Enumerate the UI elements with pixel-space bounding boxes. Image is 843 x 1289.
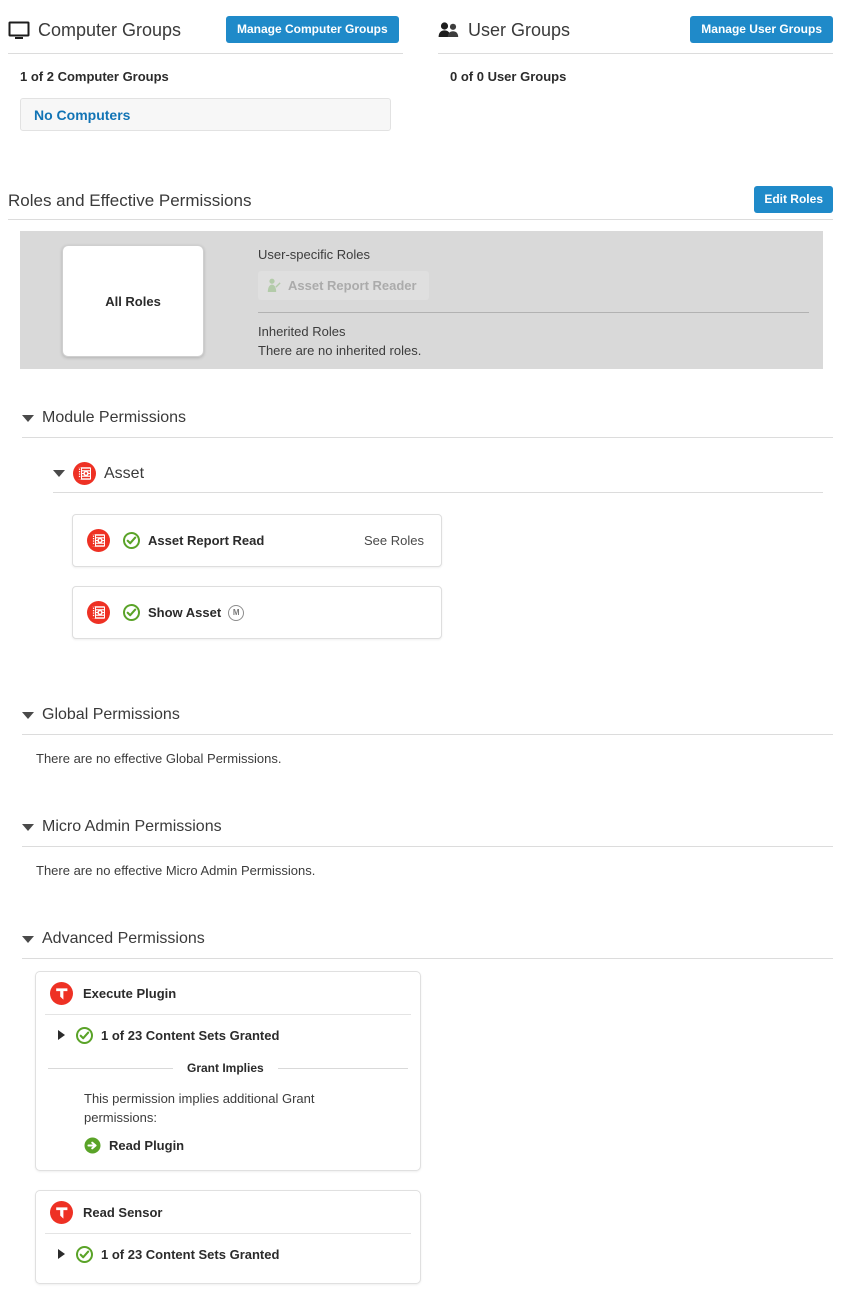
manage-user-groups-button[interactable]: Manage User Groups — [690, 16, 833, 43]
content-sets-label: 1 of 23 Content Sets Granted — [101, 1246, 280, 1262]
advanced-card-header: Read Sensor — [36, 1191, 420, 1233]
grant-implies-rule-right — [277, 1067, 408, 1069]
computer-group-item-label: No Computers — [34, 106, 131, 123]
check-circle-icon — [76, 1245, 93, 1263]
micro-admin-badge: M — [228, 604, 245, 621]
edit-roles-button[interactable]: Edit Roles — [754, 186, 833, 213]
role-chip-asset-report-reader[interactable]: Asset Report Reader — [258, 271, 429, 300]
advanced-permission-card-execute-plugin[interactable]: Execute Plugin 1 of 23 Content Sets Gran… — [35, 971, 421, 1171]
computer-groups-count: 1 of 2 Computer Groups — [20, 69, 169, 84]
micro-admin-permissions-divider — [22, 846, 833, 847]
permission-label: Show Asset — [148, 605, 222, 620]
micro-admin-permissions-empty: There are no effective Micro Admin Permi… — [36, 863, 316, 878]
global-permissions-divider — [22, 734, 833, 735]
chevron-down-icon — [22, 935, 34, 943]
permission-card-asset-report-read[interactable]: Asset Report Read See Roles — [72, 514, 442, 567]
roles-section-divider — [8, 219, 833, 220]
check-circle-icon — [76, 1026, 93, 1044]
section-advanced-permissions-label: Advanced Permissions — [42, 930, 205, 947]
roles-panel: All Roles User-specific Roles Asset Repo… — [20, 231, 823, 369]
user-specific-roles-label: User-specific Roles — [258, 247, 370, 262]
manage-computer-groups-button[interactable]: Manage Computer Groups — [226, 16, 399, 43]
advanced-permissions-divider — [22, 958, 833, 959]
grant-implies-item-read-plugin[interactable]: Read Plugin — [36, 1127, 420, 1168]
caret-right-icon[interactable] — [58, 1030, 65, 1040]
arrow-circle-right-icon — [84, 1137, 101, 1154]
all-roles-label: All Roles — [105, 293, 161, 309]
user-groups-divider — [438, 53, 833, 54]
users-icon — [438, 21, 460, 39]
see-roles-link[interactable]: See Roles — [364, 533, 424, 548]
asset-module-icon — [73, 462, 96, 485]
page-title: Roles and Effective Permissions — [8, 191, 252, 210]
computer-groups-header: Computer Groups Manage Computer Groups — [8, 12, 403, 48]
computer-group-item[interactable]: No Computers — [20, 98, 391, 131]
role-chip-label: Asset Report Reader — [288, 278, 417, 293]
advanced-card-title: Execute Plugin — [83, 985, 177, 1001]
user-groups-count: 0 of 0 User Groups — [450, 69, 567, 84]
module-group-asset-label: Asset — [104, 464, 145, 482]
permission-label: Asset Report Read — [148, 533, 265, 548]
section-global-permissions[interactable]: Global Permissions — [22, 706, 180, 724]
user-edit-icon — [267, 278, 281, 293]
check-circle-icon — [123, 604, 140, 621]
all-roles-card[interactable]: All Roles — [62, 245, 204, 357]
advanced-card-title: Read Sensor — [83, 1204, 163, 1220]
advanced-card-header: Execute Plugin — [36, 972, 420, 1014]
asset-module-icon — [87, 529, 110, 552]
chevron-down-icon — [22, 711, 34, 719]
grant-implies-label: Grant Implies — [187, 1061, 264, 1075]
content-sets-label: 1 of 23 Content Sets Granted — [101, 1027, 280, 1043]
computer-groups-title: Computer Groups — [38, 19, 182, 40]
section-micro-admin-permissions-label: Micro Admin Permissions — [42, 818, 222, 835]
grant-implies-body: This permission implies additional Grant… — [84, 1091, 315, 1125]
content-sets-row[interactable]: 1 of 23 Content Sets Granted — [36, 1015, 420, 1055]
section-module-permissions-label: Module Permissions — [42, 409, 187, 426]
module-group-asset-divider — [53, 492, 823, 493]
user-groups-title: User Groups — [468, 19, 571, 40]
inherited-roles-empty: There are no inherited roles. — [258, 343, 422, 358]
check-circle-icon — [123, 532, 140, 549]
section-global-permissions-label: Global Permissions — [42, 706, 180, 723]
chevron-down-icon — [53, 470, 65, 477]
roles-inner-divider — [258, 312, 809, 313]
tanium-logo-icon — [50, 981, 73, 1005]
section-module-permissions[interactable]: Module Permissions — [22, 409, 186, 427]
user-groups-panel: User Groups Manage User Groups 0 of 0 Us… — [438, 12, 833, 84]
section-micro-admin-permissions[interactable]: Micro Admin Permissions — [22, 818, 222, 836]
computer-groups-divider — [8, 53, 403, 54]
permission-card-show-asset[interactable]: Show Asset M — [72, 586, 442, 639]
chevron-down-icon — [22, 414, 34, 422]
user-groups-header: User Groups Manage User Groups — [438, 12, 833, 48]
advanced-permission-card-read-sensor[interactable]: Read Sensor 1 of 23 Content Sets Granted — [35, 1190, 421, 1284]
section-advanced-permissions[interactable]: Advanced Permissions — [22, 930, 205, 948]
content-sets-row[interactable]: 1 of 23 Content Sets Granted — [36, 1234, 420, 1274]
computer-groups-panel: Computer Groups Manage Computer Groups 1… — [8, 12, 403, 131]
global-permissions-empty: There are no effective Global Permission… — [36, 751, 282, 766]
asset-module-icon — [87, 601, 110, 624]
grant-implies-heading: Grant Implies — [36, 1055, 420, 1081]
caret-right-icon[interactable] — [58, 1249, 65, 1259]
monitor-icon — [8, 21, 30, 39]
grant-implies-rule-left — [48, 1067, 173, 1069]
roles-detail: User-specific Roles Asset Report Reader … — [258, 247, 811, 360]
tanium-logo-icon — [50, 1200, 73, 1224]
chevron-down-icon — [22, 823, 34, 831]
grant-implies-item-label: Read Plugin — [109, 1138, 185, 1153]
module-group-asset[interactable]: Asset — [53, 462, 144, 485]
inherited-roles-label: Inherited Roles — [258, 324, 346, 339]
module-permissions-divider — [22, 437, 833, 438]
